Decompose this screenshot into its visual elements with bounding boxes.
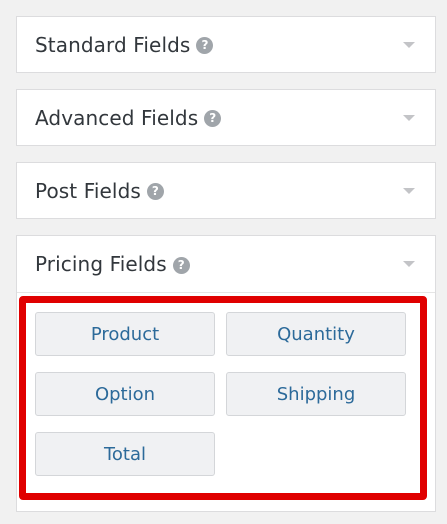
question-circle-icon[interactable]: ? bbox=[146, 183, 164, 200]
advanced-fields-panel: Advanced Fields ? bbox=[16, 89, 436, 146]
standard-fields-panel: Standard Fields ? bbox=[16, 16, 436, 73]
question-circle-icon[interactable]: ? bbox=[196, 37, 214, 54]
option-field-button[interactable]: Option bbox=[35, 372, 215, 416]
panel-title: Pricing Fields bbox=[35, 252, 167, 276]
quantity-field-button[interactable]: Quantity bbox=[226, 312, 406, 356]
advanced-fields-header[interactable]: Advanced Fields ? bbox=[17, 90, 435, 145]
shipping-field-button[interactable]: Shipping bbox=[226, 372, 406, 416]
question-circle-icon[interactable]: ? bbox=[204, 110, 222, 127]
question-circle-icon[interactable]: ? bbox=[172, 256, 190, 274]
product-field-button[interactable]: Product bbox=[35, 312, 215, 356]
chevron-down-icon[interactable] bbox=[403, 41, 415, 48]
standard-fields-header[interactable]: Standard Fields ? bbox=[17, 17, 435, 72]
pricing-fields-header[interactable]: Pricing Fields ? bbox=[17, 236, 435, 293]
panel-title: Standard Fields bbox=[35, 32, 191, 57]
panel-title: Post Fields bbox=[35, 178, 141, 203]
chevron-down-icon[interactable] bbox=[403, 187, 415, 194]
panel-title: Advanced Fields bbox=[35, 105, 199, 130]
post-fields-panel: Post Fields ? bbox=[16, 162, 436, 219]
chevron-down-icon[interactable] bbox=[403, 261, 415, 267]
post-fields-header[interactable]: Post Fields ? bbox=[17, 163, 435, 218]
total-field-button[interactable]: Total bbox=[35, 432, 215, 476]
chevron-down-icon[interactable] bbox=[403, 114, 415, 121]
